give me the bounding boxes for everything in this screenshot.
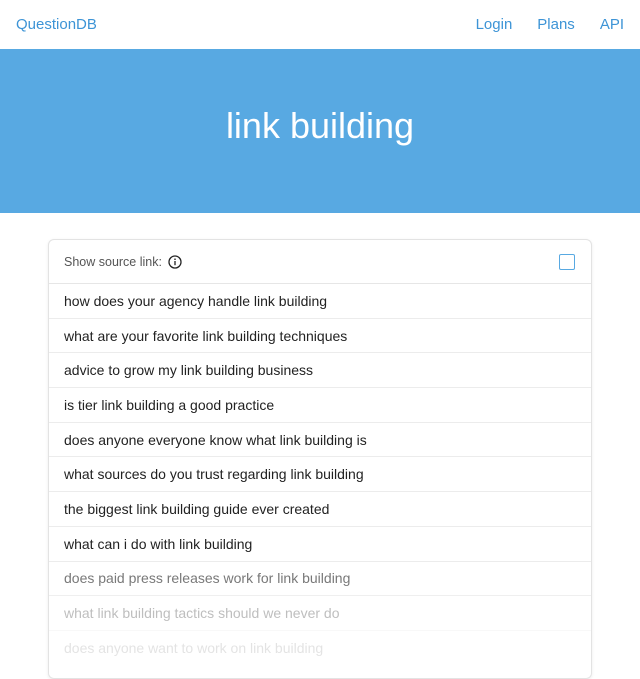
question-item[interactable]: does anyone everyone know what link buil… (49, 423, 591, 458)
card-header: Show source link: (49, 240, 591, 284)
page-title: link building (225, 105, 415, 146)
question-item[interactable]: does paid press releases work for link b… (49, 562, 591, 597)
question-item[interactable]: what can i do with link building (49, 527, 591, 562)
top-navbar: QuestionDB Login Plans API (0, 0, 640, 49)
nav-link-plans[interactable]: Plans (537, 16, 575, 33)
show-source-checkbox[interactable] (559, 253, 575, 270)
question-item[interactable]: how does your agency handle link buildin… (49, 284, 591, 319)
info-circle-icon[interactable] (168, 254, 182, 269)
question-list: how does your agency handle link buildin… (49, 284, 591, 666)
question-item[interactable]: what link building tactics should we nev… (49, 596, 591, 631)
question-item[interactable]: does anyone want to work on link buildin… (49, 631, 591, 666)
hero-banner: link building (0, 49, 640, 213)
question-item[interactable]: what sources do you trust regarding link… (49, 457, 591, 493)
question-item[interactable]: is tier link building a good practice (49, 388, 591, 423)
question-item[interactable]: what are your favorite link building tec… (49, 319, 591, 354)
nav-link-login[interactable]: Login (476, 16, 513, 33)
source-link-label: Show source link: (64, 254, 162, 269)
nav-link-api[interactable]: API (600, 16, 624, 33)
question-item[interactable]: the biggest link building guide ever cre… (49, 492, 591, 527)
questions-card: Show source link: how does your agency h… (48, 239, 592, 679)
nav-links: Login Plans API (451, 16, 624, 33)
brand-logo-link[interactable]: QuestionDB (16, 16, 97, 33)
source-link-toggle-label: Show source link: (64, 255, 182, 269)
question-item[interactable]: advice to grow my link building business (49, 353, 591, 389)
